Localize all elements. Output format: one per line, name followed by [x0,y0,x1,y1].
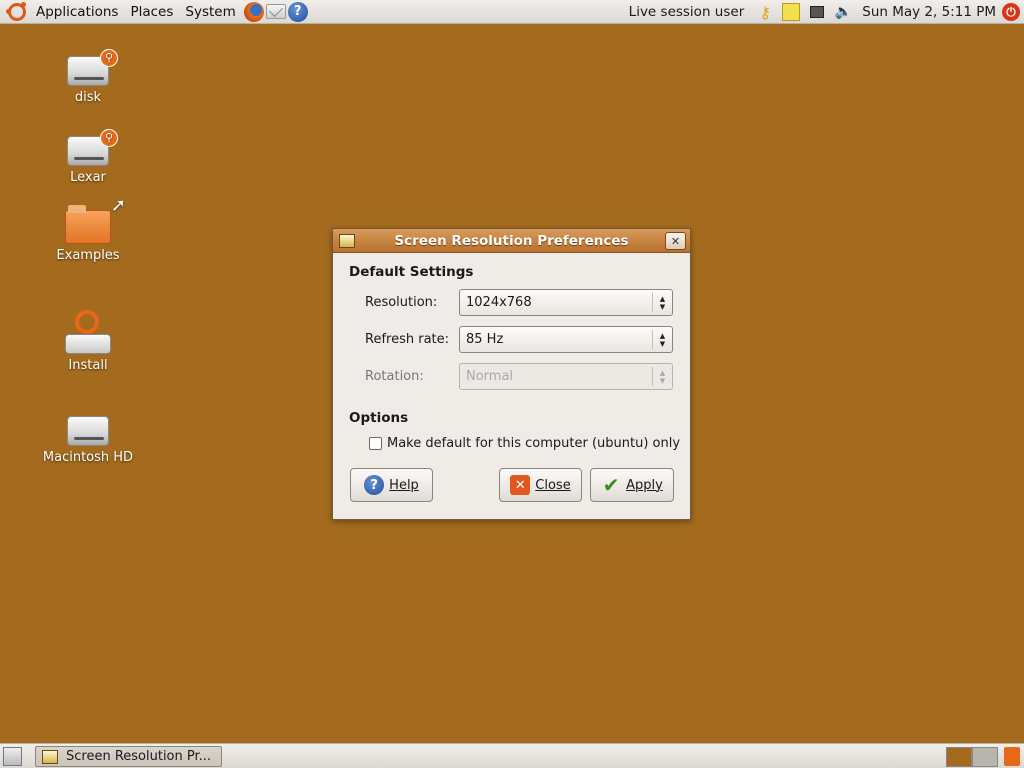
desktop-icon-label: Macintosh HD [42,450,134,465]
refresh-rate-value: 85 Hz [466,332,504,347]
spin-arrows-icon: ▲ ▼ [652,293,672,312]
close-icon: ✕ [510,475,531,495]
rotation-value: Normal [466,369,514,384]
make-default-checkbox[interactable] [369,437,382,450]
close-button[interactable]: ✕ Close [499,468,582,502]
power-icon[interactable]: ⏻ [1002,3,1020,21]
rotation-select: Normal ▲ ▼ [459,363,673,390]
hard-drive-icon [67,416,109,446]
trash-icon[interactable] [1004,747,1020,766]
rotation-label: Rotation: [365,369,424,384]
folder-link-icon: ➚ [65,195,126,244]
menu-applications[interactable]: Applications [30,0,124,24]
notes-icon[interactable] [782,3,801,21]
desktop-icon-examples[interactable]: ➚ Examples [38,195,138,263]
desktop-icon-macintosh-hd[interactable]: Macintosh HD [38,416,138,465]
network-icon[interactable] [810,6,825,18]
close-window-button[interactable]: ✕ [665,232,686,250]
desktop-icon-label: Examples [56,248,120,263]
default-settings-heading: Default Settings [349,264,474,280]
resolution-label: Resolution: [365,295,438,310]
taskbar-window-label: Screen Resolution Pr... [66,749,212,764]
resolution-value: 1024x768 [466,295,532,310]
key-icon[interactable]: ⚷ [755,3,775,22]
firefox-icon[interactable] [243,1,264,22]
spin-arrows-icon: ▲ ▼ [652,367,672,386]
checkmark-icon: ✔ [602,473,620,497]
close-button-label: Close [535,477,571,493]
taskbar-window-button[interactable]: Screen Resolution Pr... [35,746,222,767]
apply-button[interactable]: ✔ Apply [590,468,674,502]
resolution-select[interactable]: 1024x768 ▲ ▼ [459,289,673,316]
desktop-icon-label: Lexar [70,170,106,185]
panel-tray: Live session user ⚷ 🔈 Sun May 2, 5:11 PM… [625,0,1024,24]
ubuntu-logo-icon[interactable] [6,1,26,21]
dialog-titlebar[interactable]: Screen Resolution Preferences ✕ [333,229,690,253]
show-desktop-icon[interactable] [3,747,22,766]
desktop-icon-disk[interactable]: ⚲ disk [38,49,138,105]
help-icon: ? [364,475,385,495]
workspace-1[interactable] [946,747,972,767]
workspace-2[interactable] [972,747,998,767]
refresh-rate-select[interactable]: 85 Hz ▲ ▼ [459,326,673,353]
volume-icon[interactable]: 🔈 [833,3,853,21]
desktop-icon-lexar[interactable]: ⚲ Lexar [38,129,138,185]
mail-icon[interactable] [265,4,286,19]
make-default-row[interactable]: Make default for this computer (ubuntu) … [369,436,680,451]
dialog-title: Screen Resolution Preferences [394,232,629,249]
clock[interactable]: Sun May 2, 5:11 PM [856,4,1002,20]
help-button[interactable]: ? Help [350,468,433,502]
screen-resolution-dialog: Screen Resolution Preferences ✕ Default … [332,228,691,520]
usb-drive-icon: ⚲ [67,49,118,86]
menu-places[interactable]: Places [124,0,179,24]
spin-arrows-icon: ▲ ▼ [652,330,672,349]
apply-button-label: Apply [626,477,663,493]
install-icon [65,310,111,354]
make-default-label[interactable]: Make default for this computer (ubuntu) … [387,436,680,451]
desktop-icon-install[interactable]: Install [38,310,138,373]
bottom-panel: Screen Resolution Pr... [0,743,1024,768]
user-menu[interactable]: Live session user [625,4,753,20]
desktop-icon-label: disk [74,90,102,105]
display-icon [42,749,58,764]
usb-drive-icon: ⚲ [67,129,118,166]
desktop-icon-label: Install [68,358,108,373]
help-icon[interactable]: ? [287,1,308,22]
menu-system[interactable]: System [179,0,241,24]
top-panel: Applications Places System ? Live sessio… [0,0,1024,24]
help-button-label: Help [389,477,419,493]
refresh-rate-label: Refresh rate: [365,332,450,347]
options-heading: Options [349,410,409,426]
